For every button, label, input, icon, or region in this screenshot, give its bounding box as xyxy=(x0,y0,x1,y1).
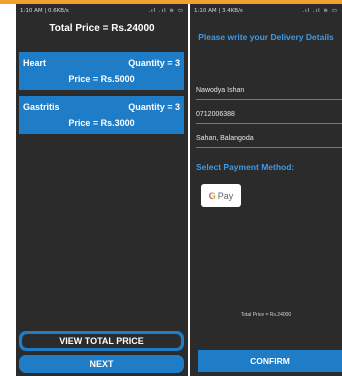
signal-battery-icon: .ıl .ıl ≋ ▭ xyxy=(148,8,184,14)
total-price-header: Total Price = Rs.24000 xyxy=(49,23,155,34)
view-total-price-label: VIEW TOTAL PRICE xyxy=(22,334,181,348)
google-g-icon: G xyxy=(208,190,216,201)
cart-screen: 1:10 AM | 0.6KB/s .ıl .ıl ≋ ▭ Total Pric… xyxy=(16,4,188,376)
next-button[interactable]: NEXT xyxy=(19,355,184,373)
cart-item[interactable]: Heart Quantity = 3 Price = Rs.5000 xyxy=(19,52,184,90)
status-time: 1:10 AM | 3.4KB/s xyxy=(194,8,243,14)
name-field[interactable]: Nawodya Ishan xyxy=(196,84,342,100)
view-total-price-button[interactable]: VIEW TOTAL PRICE xyxy=(19,331,184,351)
signal-battery-icon: .ıl .ıl ≋ ▭ xyxy=(302,8,338,14)
delivery-screen: 1:10 AM | 3.4KB/s .ıl .ıl ≋ ▭ Please wri… xyxy=(190,4,342,376)
payment-method-label: Select Payment Method: xyxy=(196,162,295,172)
item-name: Heart xyxy=(23,58,47,68)
google-pay-label: Pay xyxy=(217,190,234,201)
phone-field[interactable]: 0712006388 xyxy=(196,108,342,124)
item-quantity: Quantity = 3 xyxy=(128,102,180,112)
status-bar: 1:10 AM | 3.4KB/s .ıl .ıl ≋ ▭ xyxy=(190,4,342,18)
status-bar: 1:10 AM | 0.6KB/s .ıl .ıl ≋ ▭ xyxy=(16,4,188,18)
google-pay-button[interactable]: G Pay xyxy=(201,184,241,207)
status-time: 1:10 AM | 0.6KB/s xyxy=(20,8,69,14)
total-price-note: Total Price = Rs.24000 xyxy=(240,312,292,318)
item-price: Price = Rs.3000 xyxy=(68,118,135,128)
address-field[interactable]: Sahan, Balangoda xyxy=(196,132,342,148)
delivery-details-title: Please write your Delivery Details xyxy=(198,32,334,42)
cart-item[interactable]: Gastritis Quantity = 3 Price = Rs.3000 xyxy=(19,96,184,134)
confirm-button[interactable]: CONFIRM xyxy=(198,350,342,372)
item-quantity: Quantity = 3 xyxy=(128,58,180,68)
item-name: Gastritis xyxy=(23,102,60,112)
item-price: Price = Rs.5000 xyxy=(68,74,135,84)
